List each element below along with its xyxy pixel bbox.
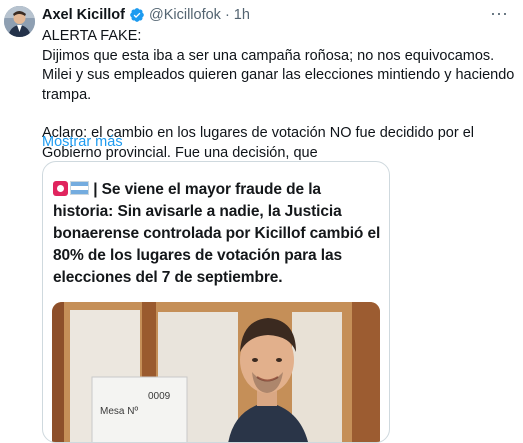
- quoted-media-card[interactable]: | Se viene el mayor fraude de la histori…: [42, 161, 390, 443]
- argentina-flag-icon: [70, 181, 89, 195]
- quoted-photo[interactable]: 0009 Mesa Nº: [52, 302, 380, 442]
- tweet-paragraph-1: ALERTA FAKE:: [42, 28, 142, 44]
- more-icon[interactable]: ···: [490, 4, 508, 22]
- author-name[interactable]: Axel Kicillof: [42, 7, 125, 23]
- author-avatar[interactable]: [4, 6, 35, 37]
- show-more-link[interactable]: Mostrar más: [42, 134, 123, 150]
- alert-emoji-icon: [53, 181, 68, 196]
- tweet-paragraph-2: Dijimos que esta iba a ser una campaña r…: [42, 47, 515, 103]
- header-separator: ·: [224, 7, 230, 23]
- verified-badge-icon: [130, 8, 144, 22]
- photo-sign-number: 0009: [148, 391, 171, 402]
- tweet-header: Axel Kicillof @Kicillofok · 1h: [42, 7, 250, 23]
- photo-sign-text: Mesa Nº: [100, 406, 138, 417]
- author-handle[interactable]: @Kicillofok: [149, 7, 221, 23]
- quoted-headline-text: | Se viene el mayor fraude de la histori…: [53, 181, 381, 286]
- tweet-timestamp[interactable]: 1h: [234, 7, 250, 23]
- quoted-headline: | Se viene el mayor fraude de la histori…: [53, 179, 381, 289]
